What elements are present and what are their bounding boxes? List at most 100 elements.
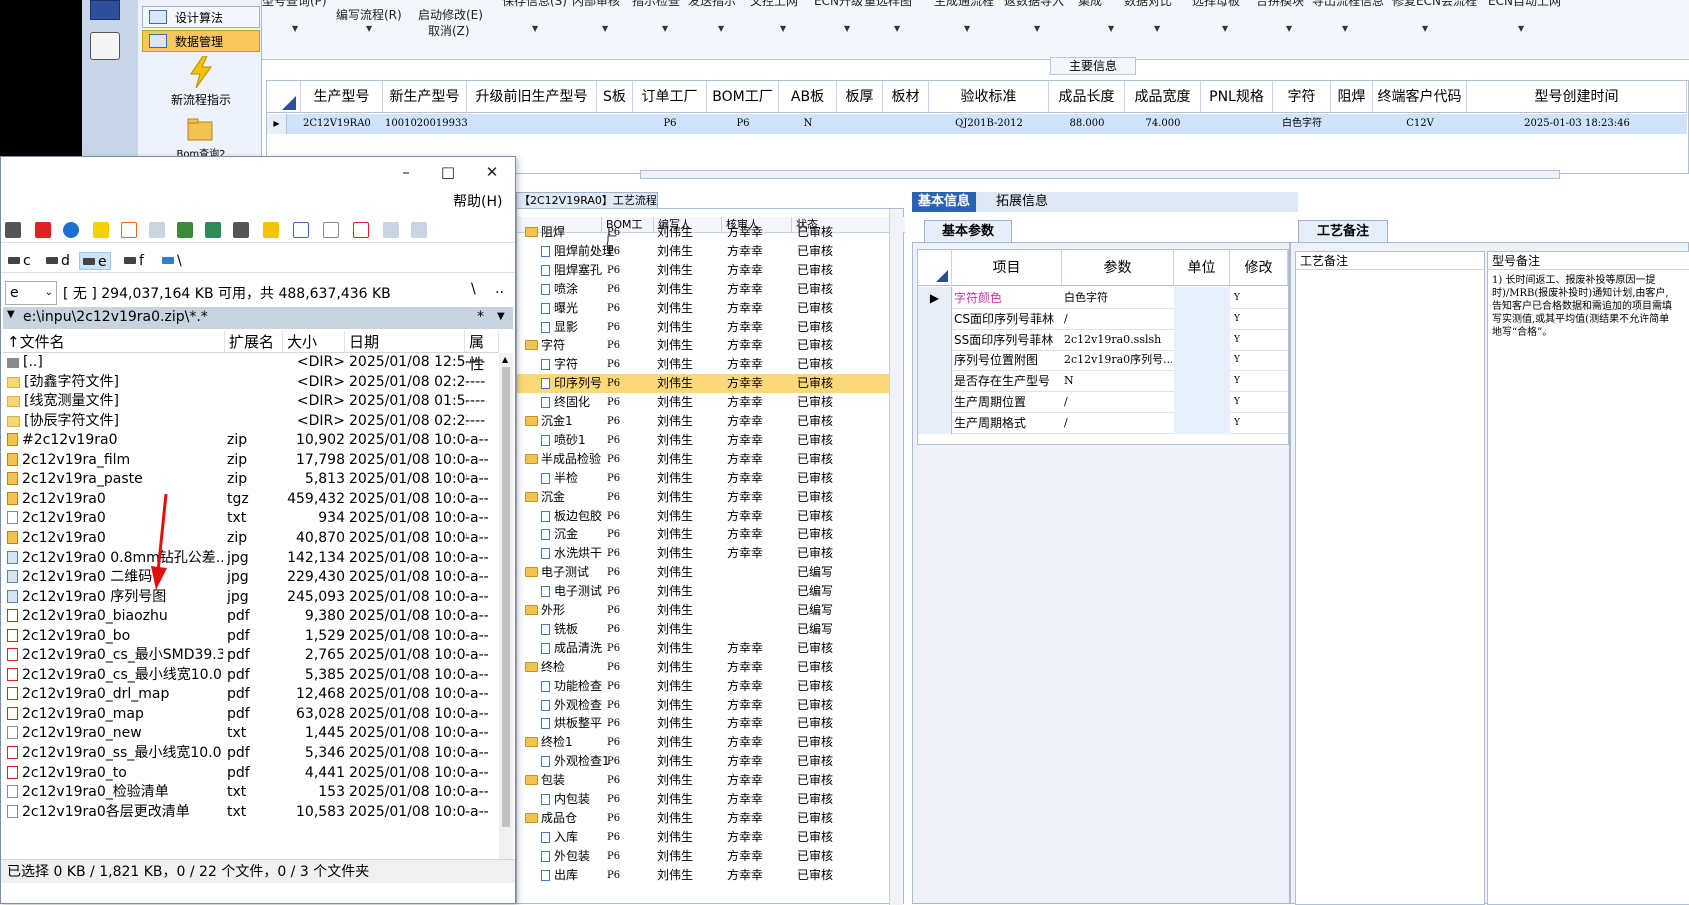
file-row[interactable]: 2c12v19ra0_biaozhu pdf 9,380 2025/01/08 10:… <box>3 607 499 627</box>
toolbar-button-17[interactable]: 修复ECN会流程 <box>1392 0 1477 9</box>
tree-step-node[interactable]: 出库 P6 刘伟生 方幸幸 已审核 <box>517 866 889 885</box>
text-icon[interactable] <box>121 222 137 238</box>
tree-node-label[interactable]: 阻焊 <box>525 223 605 242</box>
param-row[interactable]: 生产周期格式 / Y <box>918 411 1288 434</box>
file-row[interactable]: #2c12v19ra0 zip 10,902 2025/01/08 10:08 -a-- <box>3 431 499 451</box>
scroll-up-icon[interactable]: ▲ <box>502 355 508 364</box>
tree-step-node[interactable]: 入库 P6 刘伟生 方幸幸 已审核 <box>517 828 889 847</box>
tree-node-label[interactable]: 沉金1 <box>525 412 605 431</box>
chevron-down-icon[interactable]: ▼ <box>292 24 298 33</box>
main-cell-4[interactable]: P6 <box>633 114 707 134</box>
file-row[interactable]: 2c12v19ra0_cs_最小线宽10.0... pdf 5,385 2025/01… <box>3 666 499 686</box>
chevron-down-icon[interactable]: ▼ <box>1286 24 1292 33</box>
file-row[interactable]: 2c12v19ra0_to pdf 4,441 2025/01/08 10:07 -a-… <box>3 764 499 784</box>
tree-step-node[interactable]: 铣板 P6 刘伟生 已编写 <box>517 620 889 639</box>
tree-step-node[interactable]: 烘板整平 P6 刘伟生 方幸幸 已审核 <box>517 714 889 733</box>
chevron-down-icon[interactable]: ▼ <box>1154 24 1160 33</box>
tree-step-node[interactable]: 字符 P6 刘伟生 方幸幸 已审核 <box>517 355 889 374</box>
drive-e[interactable]: e <box>79 252 111 270</box>
main-cell-1[interactable]: 10010200199334 <box>383 114 467 134</box>
param-unit[interactable] <box>1174 370 1230 393</box>
main-cell-7[interactable] <box>837 114 883 134</box>
process-tree-vscroll[interactable] <box>889 209 903 905</box>
param-row[interactable]: SS面印序列号菲林 2c12v19ra0.sslsh Y <box>918 328 1288 351</box>
chevron-down-icon[interactable]: ▼ <box>1422 24 1428 33</box>
param-value[interactable]: / <box>1064 391 1172 413</box>
col-date[interactable]: 日期 <box>345 331 465 353</box>
main-cell-6[interactable]: N <box>779 114 837 134</box>
param-row[interactable]: 是否存在生产型号 N Y <box>918 370 1288 393</box>
picture-icon[interactable] <box>411 222 427 238</box>
file-row[interactable]: 2c12v19ra_film zip 17,798 2025/01/08 10:08-… <box>3 451 499 471</box>
refresh-icon[interactable] <box>63 222 79 238</box>
main-cell-5[interactable]: P6 <box>707 114 779 134</box>
col-extension[interactable]: 扩展名 <box>225 331 283 353</box>
print-icon[interactable] <box>149 222 165 238</box>
tree-node-label[interactable]: 电子测试 <box>525 563 605 582</box>
network-icon[interactable] <box>177 222 193 238</box>
col-filename[interactable]: ↑文件名 <box>3 331 225 353</box>
file-row[interactable]: 2c12v19ra0_new txt 1,445 2025/01/08 10:07 -a… <box>3 724 499 744</box>
main-cell-2[interactable] <box>467 114 597 134</box>
calculator-icon[interactable] <box>90 32 120 60</box>
file-row[interactable]: 2c12v19ra0各层更改清单 txt 10,583 2025/01/08 10:0… <box>3 803 499 823</box>
tree-step-node[interactable]: 外观检查1 P6 刘伟生 方幸幸 已审核 <box>517 752 889 771</box>
toolbar-button-1[interactable]: 编写流程(R) <box>336 6 402 23</box>
chevron-down-icon[interactable]: ▼ <box>964 24 970 33</box>
tree-step-node[interactable]: 外观检查 P6 刘伟生 方幸幸 已审核 <box>517 696 889 715</box>
tree-node-label[interactable]: 包装 <box>525 771 605 790</box>
font-icon[interactable] <box>93 222 109 238</box>
gear-icon[interactable] <box>233 222 249 238</box>
file-row[interactable]: 2c12v19ra0_map pdf 63,028 2025/01/08 10:07-… <box>3 705 499 725</box>
file-row[interactable]: 2c12v19ra0 tgz 459,432 2025/01/08 10:07 -a-- <box>3 490 499 510</box>
toolbar-button-0[interactable]: 型号查询(P) <box>262 0 327 9</box>
main-cell-8[interactable] <box>883 114 929 134</box>
toolbar-button-11[interactable]: 返数据导入 <box>1004 0 1064 9</box>
menu-help[interactable]: 帮助(H) <box>453 191 502 211</box>
toolbar-button-8[interactable]: ECN升级 <box>814 0 863 9</box>
file-row[interactable]: 2c12v19ra0 二维码 jpg 229,430 2025/01/08 10:07… <box>3 568 499 588</box>
tree-folder-node[interactable]: 电子测试 P6 刘伟生 已编写 <box>517 563 889 582</box>
param-value[interactable]: / <box>1064 412 1172 434</box>
folder-row[interactable]: [线宽测量文件] <DIR> 2025/01/08 01:58 ---- <box>3 392 499 412</box>
chevron-down-icon[interactable]: ▼ <box>366 24 372 33</box>
toolbar-button-3[interactable]: 保存信息(S) <box>502 0 567 9</box>
folder-row[interactable]: [协辰字符文件] <DIR> 2025/01/08 02:22 ---- <box>3 412 499 432</box>
main-col-header-4[interactable]: 订单工厂 <box>633 81 707 113</box>
main-cell-16[interactable]: 2025-01-03 18:23:46 <box>1467 114 1687 134</box>
drive-d[interactable]: d <box>43 252 73 270</box>
tree-step-node[interactable]: 阻焊前处理 P6 刘伟生 方幸幸 已审核 <box>517 242 889 261</box>
pdf-icon[interactable] <box>35 222 51 238</box>
chevron-down-icon[interactable]: ▼ <box>532 24 538 33</box>
main-col-header-16[interactable]: 型号创建时间 <box>1467 81 1687 113</box>
main-col-header-6[interactable]: AB板 <box>779 81 837 113</box>
tree-node-label[interactable]: 终检 <box>525 658 605 677</box>
history-dropdown-icon[interactable]: ▼ <box>497 311 505 322</box>
param-row[interactable]: ▶ 字符颜色 白色字符 Y <box>918 287 1288 309</box>
tree-step-node[interactable]: 电子测试 P6 刘伟生 已编写 <box>517 582 889 601</box>
file-row[interactable]: 2c12v19ra0_检验清单 txt 153 2025/01/08 10:07 -a-… <box>3 783 499 803</box>
main-col-header-1[interactable]: 新生产型号 <box>383 81 467 113</box>
main-col-header-3[interactable]: S板 <box>597 81 633 113</box>
minimize-button[interactable]: – <box>391 161 421 183</box>
file-row[interactable]: 2c12v19ra0_bo pdf 1,529 2025/01/08 10:07 -a-… <box>3 627 499 647</box>
path-bar[interactable]: ▼ e:\inpu\2c12v19ra0.zip\*.* * ▼ <box>3 307 513 329</box>
blank-page-icon[interactable] <box>323 222 339 238</box>
toolbar-button-2[interactable]: 启动修改(E) <box>418 6 483 23</box>
main-col-header-12[interactable]: PNL规格 <box>1201 81 1273 113</box>
tree-folder-node[interactable]: 阻焊 P6 刘伟生 方幸幸 已审核 <box>517 223 889 242</box>
close-button[interactable]: ✕ <box>477 161 507 183</box>
param-unit[interactable] <box>1174 287 1230 309</box>
main-cell-14[interactable] <box>1331 114 1373 134</box>
toolbar-button-14[interactable]: 选择母板 <box>1192 0 1240 9</box>
toolbar-button-6[interactable]: 发送指示 <box>688 0 736 9</box>
param-value[interactable]: 2c12v19ra0序列号... <box>1064 349 1172 371</box>
main-cell-9[interactable]: QJ201B-2012 <box>929 114 1049 134</box>
tree-step-node[interactable]: 成品清洗 P6 刘伟生 方幸幸 已审核 <box>517 639 889 658</box>
param-row[interactable]: 序列号位置附图 2c12v19ra0序列号... Y <box>918 349 1288 372</box>
network-drive[interactable]: \ <box>159 252 185 270</box>
tree-step-node[interactable]: 显影 P6 刘伟生 方幸幸 已审核 <box>517 318 889 337</box>
main-col-header-9[interactable]: 验收标准 <box>929 81 1049 113</box>
col-attributes[interactable]: 属性 <box>465 331 499 373</box>
tab-extended-info[interactable]: 拓展信息 <box>990 192 1054 212</box>
